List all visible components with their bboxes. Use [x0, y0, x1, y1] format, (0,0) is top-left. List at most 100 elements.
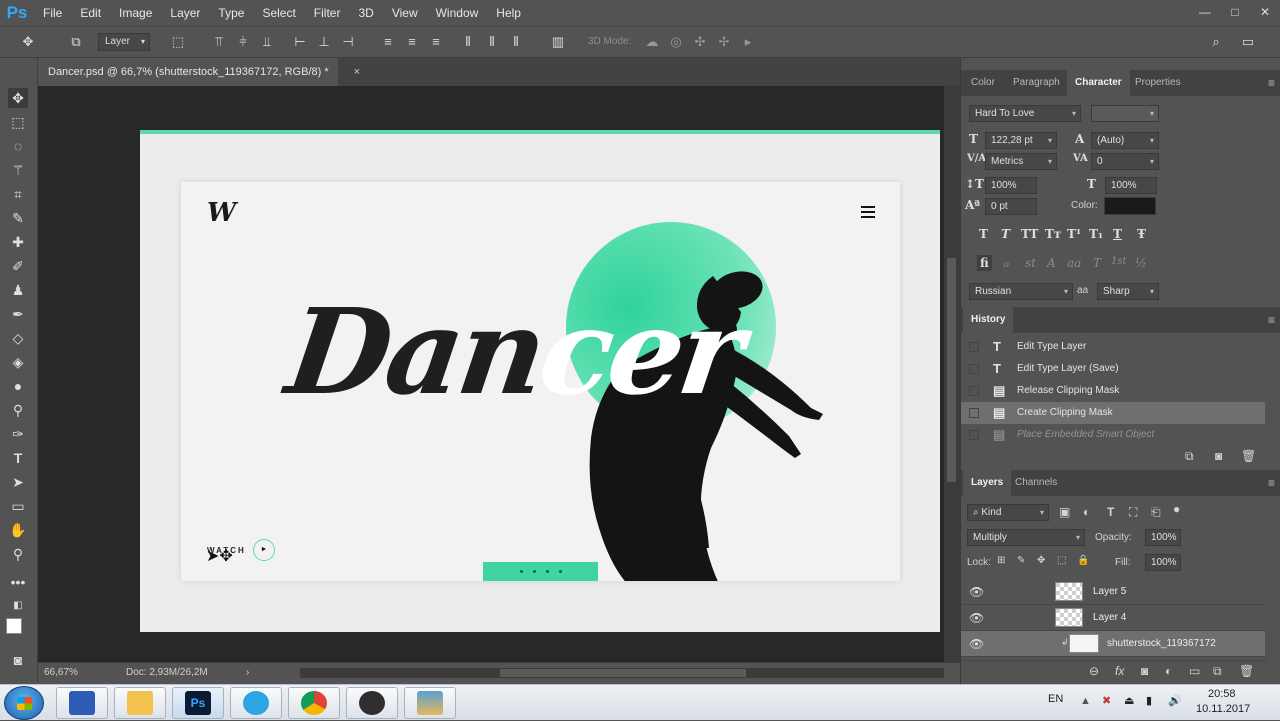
rectangle-tool-icon[interactable]: ▭ [8, 496, 28, 516]
search-icon[interactable]: ⌕ [1208, 34, 1224, 50]
tab-character[interactable]: Character [1067, 70, 1130, 96]
pen-tool-icon[interactable]: ✑ [8, 424, 28, 444]
filter-toggle-icon[interactable]: ● [1173, 502, 1180, 516]
3d-slide-icon[interactable]: ✢ [716, 34, 732, 50]
menu-file[interactable]: File [34, 0, 71, 26]
quick-mask-icon[interactable]: ◙ [8, 650, 28, 670]
lock-pixels-icon[interactable]: ✎ [1017, 555, 1025, 566]
foreground-color-swatch[interactable] [6, 618, 22, 634]
3d-roll-icon[interactable]: ◎ [668, 34, 684, 50]
distribute-right-icon[interactable]: ⦀ [508, 34, 524, 50]
history-item[interactable]: T Edit Type Layer (Save) [961, 358, 1265, 380]
link-layers-icon[interactable]: ⊖ [1089, 664, 1099, 678]
font-size-field[interactable]: 122,28 pt ▾ [985, 132, 1057, 149]
align-bottom-icon[interactable]: ⫫ [259, 34, 275, 50]
new-document-from-state-icon[interactable]: ⧉ [1185, 449, 1194, 464]
tab-layers[interactable]: Layers [963, 470, 1012, 496]
distribute-left-icon[interactable]: ⦀ [460, 34, 476, 50]
distribute-hcenter-icon[interactable]: ⦀ [484, 34, 500, 50]
history-brush-source-checkbox[interactable] [969, 364, 979, 374]
blur-tool-icon[interactable]: ● [8, 376, 28, 396]
leading-field[interactable]: (Auto) ▾ [1091, 132, 1159, 149]
layer-filter-kind[interactable]: ⌕ Kind ▾ [967, 504, 1049, 521]
align-right-icon[interactable]: ⊣ [340, 34, 356, 50]
transform-controls-icon[interactable]: ⬚ [170, 34, 186, 50]
align-top-icon[interactable]: ⫪ [211, 34, 227, 50]
adjustment-filter-icon[interactable]: ◐ [1083, 505, 1090, 519]
layer-row-selected[interactable]: 👁 ↲ shutterstock_119367172 [961, 631, 1265, 657]
lock-position-icon[interactable]: ✥ [1037, 555, 1045, 566]
signal-icon[interactable]: ▮ [1146, 694, 1152, 707]
ligatures-button[interactable]: fi [977, 255, 992, 271]
subscript-button[interactable]: T₁ [1089, 227, 1103, 241]
opacity-field[interactable]: 100% [1145, 529, 1181, 546]
faux-italic-button[interactable]: T [1001, 227, 1010, 241]
scroll-thumb[interactable] [500, 669, 746, 677]
distribute-vcenter-icon[interactable]: ≡ [404, 34, 420, 50]
clock-time[interactable]: 20:58 [1208, 688, 1236, 700]
panel-menu-icon[interactable]: ≡ [1268, 76, 1275, 90]
tab-properties[interactable]: Properties [1127, 70, 1189, 96]
eye-icon[interactable]: 👁 [969, 637, 984, 651]
menu-image[interactable]: Image [110, 0, 161, 26]
taskbar-app-explorer[interactable] [114, 687, 166, 719]
history-brush-source-checkbox[interactable] [969, 430, 979, 440]
start-button[interactable] [4, 686, 44, 720]
history-item[interactable]: ▤ Place Embedded Smart Object [961, 424, 1265, 446]
healing-brush-icon[interactable]: ✚ [8, 232, 28, 252]
crop-tool-icon[interactable]: ⌗ [8, 184, 28, 204]
history-item[interactable]: ▤ Release Clipping Mask [961, 380, 1265, 402]
paint-bucket-icon[interactable]: ◈ [8, 352, 28, 372]
align-vcenter-icon[interactable]: ⫩ [235, 34, 251, 50]
menu-edit[interactable]: Edit [71, 0, 110, 26]
strikethrough-button[interactable]: Ŧ [1137, 227, 1146, 241]
swash-button[interactable]: st [1025, 256, 1036, 270]
default-colors-icon[interactable]: ◧ [8, 596, 28, 616]
menu-filter[interactable]: Filter [305, 0, 350, 26]
language-indicator[interactable]: EN [1048, 693, 1063, 705]
layer-row[interactable]: 👁 Layer 4 [961, 605, 1265, 631]
move-tool-icon[interactable]: ✥ [8, 88, 28, 108]
language-select[interactable]: Russian ▾ [969, 283, 1073, 300]
3d-scale-icon[interactable]: ▸ [740, 34, 756, 50]
align-left-icon[interactable]: ⊢ [292, 34, 308, 50]
small-caps-button[interactable]: Tт [1045, 227, 1061, 241]
font-style-select[interactable]: ▾ [1091, 105, 1159, 122]
path-select-icon[interactable]: ➤ [8, 472, 28, 492]
distribute-top-icon[interactable]: ≡ [380, 34, 396, 50]
distribute-bottom-icon[interactable]: ≡ [428, 34, 444, 50]
horizontal-scrollbar[interactable] [300, 668, 944, 678]
vertical-scale-field[interactable]: 100% [985, 177, 1037, 194]
adjustment-layer-icon[interactable]: ◐ [1165, 664, 1172, 678]
menu-layer[interactable]: Layer [161, 0, 209, 26]
tab-channels[interactable]: Channels [1007, 470, 1065, 496]
workspace-icon[interactable]: ▭ [1240, 34, 1256, 50]
blend-mode-select[interactable]: Multiply ▾ [967, 529, 1085, 546]
layer-row[interactable]: 👁 Layer 5 [961, 579, 1265, 605]
new-group-icon[interactable]: ▭ [1189, 664, 1200, 678]
add-mask-icon[interactable]: ◙ [1141, 664, 1148, 678]
close-window-button[interactable]: ✕ [1250, 0, 1280, 26]
history-brush-source-checkbox[interactable] [969, 408, 979, 418]
menu-help[interactable]: Help [487, 0, 530, 26]
menu-view[interactable]: View [383, 0, 427, 26]
zoom-level[interactable]: 66,67% [44, 667, 78, 678]
discretionary-ligatures-button[interactable]: ℴ [1003, 256, 1009, 270]
stamp-tool-icon[interactable]: ♟ [8, 280, 28, 300]
menu-type[interactable]: Type [209, 0, 253, 26]
dodge-tool-icon[interactable]: ⚲ [8, 400, 28, 420]
taskbar-app-obs[interactable] [346, 687, 398, 719]
menu-select[interactable]: Select [253, 0, 304, 26]
lasso-tool-icon[interactable]: ◌ [8, 136, 28, 156]
zoom-tool-icon[interactable]: ⚲ [8, 544, 28, 564]
move-tool-icon[interactable]: ✥ [20, 34, 36, 50]
trash-icon[interactable]: 🗑 [1239, 664, 1254, 678]
lock-all-icon[interactable]: 🔒 [1077, 555, 1089, 566]
superscript-button[interactable]: T¹ [1067, 227, 1081, 241]
tracking-field[interactable]: 0 ▾ [1091, 153, 1159, 170]
taskbar-app-photoshop[interactable]: Ps [172, 687, 224, 719]
status-arrow-icon[interactable]: › [246, 667, 249, 678]
brush-tool-icon[interactable]: ✐ [8, 256, 28, 276]
eye-icon[interactable]: 👁 [969, 611, 984, 625]
underline-button[interactable]: T [1113, 227, 1122, 241]
